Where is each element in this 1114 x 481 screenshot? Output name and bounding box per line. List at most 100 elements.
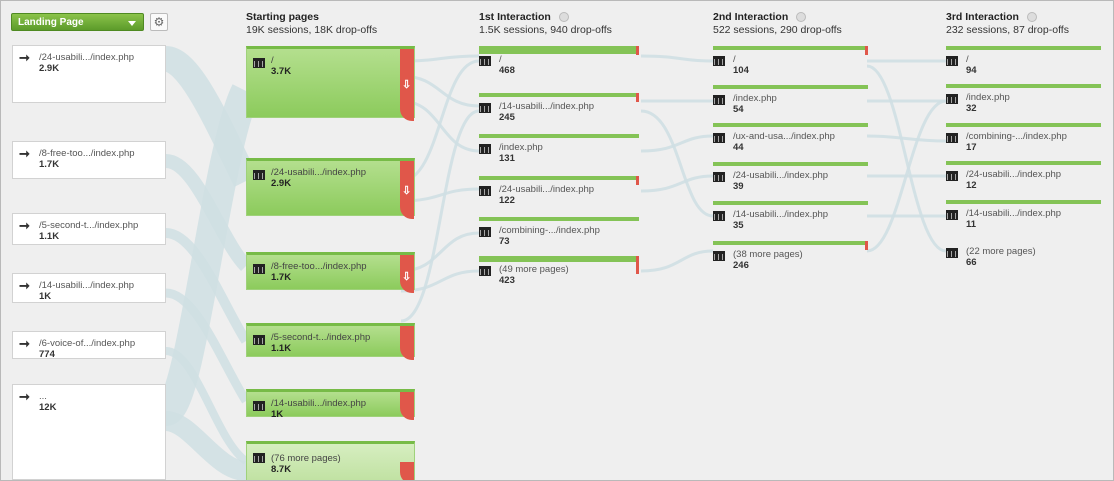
session-count: 32 [966, 103, 977, 114]
page-icon [946, 248, 958, 258]
entry-arrow-icon: ➞ [19, 218, 30, 233]
page-name: /24-usabili.../index.php [39, 52, 135, 63]
interaction-node[interactable]: /24-usabili.../index.php 12 [946, 161, 1101, 191]
landing-page-dimension-select[interactable]: Landing Page [11, 13, 144, 31]
page-icon [253, 335, 265, 345]
down-arrow-icon: ⇩ [402, 78, 412, 91]
session-count: 17 [966, 142, 977, 153]
session-count: 1.7K [39, 159, 60, 170]
page-icon [713, 56, 725, 66]
entry-arrow-icon: ➞ [19, 336, 30, 351]
page-name: /14-usabili.../index.php [966, 208, 1062, 219]
drop-off-bar [636, 256, 639, 274]
interaction-node[interactable]: /index.php 32 [946, 84, 1101, 114]
page-name: ... [39, 391, 47, 402]
column-subtitle: 232 sessions, 87 drop-offs [946, 24, 1069, 36]
page-name: (38 more pages) [733, 249, 803, 260]
volume-bar [946, 238, 1101, 242]
starting-page-node[interactable]: /8-free-too.../index.php 1.7K ⇩ [246, 252, 415, 293]
entry-arrow-icon: ➞ [19, 278, 30, 293]
page-name: /6-voice-of.../index.php [39, 338, 136, 349]
page-name: (76 more pages) [271, 453, 341, 464]
drop-off-bar[interactable]: ⇩ [400, 161, 414, 219]
drop-off-bar [865, 241, 868, 250]
landing-page-node[interactable]: ➞ /5-second-t.../index.php 1.1K [12, 213, 166, 245]
volume-bar [479, 134, 639, 138]
interaction-node[interactable]: /combining-.../index.php 73 [479, 217, 639, 247]
down-arrow-icon: ⇩ [402, 271, 412, 284]
session-count: 104 [733, 65, 749, 76]
close-icon[interactable] [558, 12, 569, 23]
page-icon [253, 264, 265, 274]
entry-arrow-icon: ➞ [19, 50, 30, 65]
starting-page-node[interactable]: /5-second-t.../index.php 1.1K [246, 323, 415, 360]
page-name: /5-second-t.../index.php [271, 332, 371, 343]
interaction-node[interactable]: /index.php 131 [479, 134, 639, 164]
page-icon [713, 133, 725, 143]
column-title: 1st Interaction [479, 11, 551, 23]
page-icon [479, 186, 491, 196]
volume-bar [479, 176, 639, 185]
interaction-node[interactable]: /ux-and-usa.../index.php 44 [713, 123, 868, 153]
interaction-node[interactable]: (38 more pages) 246 [713, 241, 868, 271]
page-name: /combining-.../index.php [499, 225, 600, 236]
page-icon [946, 210, 958, 220]
drop-off-bar[interactable] [400, 326, 414, 360]
interaction-node[interactable]: /14-usabili.../index.php 11 [946, 200, 1101, 230]
interaction-node[interactable]: /index.php 54 [713, 85, 868, 115]
session-count: 12K [39, 402, 57, 413]
landing-page-node[interactable]: ➞ /6-voice-of.../index.php 774 [12, 331, 166, 360]
close-icon[interactable] [796, 12, 807, 23]
starting-page-node[interactable]: /14-usabili.../index.php 1K [246, 389, 415, 420]
drop-off-bar[interactable]: ⇩ [400, 49, 414, 121]
starting-page-node[interactable]: (76 more pages) 8.7K [246, 441, 415, 480]
volume-bar [479, 217, 639, 221]
drop-off-bar [865, 46, 868, 55]
drop-off-bar[interactable] [400, 462, 414, 480]
column-header-starting-pages: Starting pages 19K sessions, 18K drop-of… [246, 11, 377, 37]
drop-off-bar[interactable]: ⇩ [400, 255, 414, 293]
interaction-node[interactable]: /24-usabili.../index.php 122 [479, 176, 639, 206]
volume-bar [946, 200, 1101, 204]
landing-page-node[interactable]: ➞ /8-free-too.../index.php 1.7K [12, 141, 166, 179]
interaction-node[interactable]: / 104 [713, 46, 868, 76]
interaction-node[interactable]: /14-usabili.../index.php 35 [713, 201, 868, 231]
interaction-node[interactable]: / 94 [946, 46, 1101, 76]
starting-page-node[interactable]: /24-usabili.../index.php 2.9K ⇩ [246, 158, 415, 219]
starting-page-node[interactable]: / 3.7K ⇩ [246, 46, 415, 121]
column-header-3rd-interaction: 3rd Interaction 232 sessions, 87 drop-of… [946, 11, 1069, 37]
session-count: 1.7K [271, 272, 292, 283]
landing-page-node[interactable]: ➞ ... 12K [12, 384, 166, 480]
interaction-node[interactable]: / 468 [479, 46, 639, 76]
drop-off-bar[interactable] [400, 392, 414, 420]
page-icon [946, 133, 958, 143]
session-count: 122 [499, 195, 515, 206]
session-count: 774 [39, 349, 55, 360]
close-icon[interactable] [1026, 12, 1037, 23]
volume-bar [479, 93, 639, 102]
page-name: /ux-and-usa.../index.php [733, 131, 835, 142]
interaction-node[interactable]: (22 more pages) 66 [946, 238, 1101, 268]
interaction-node[interactable]: /combining-.../index.php 17 [946, 123, 1101, 153]
landing-page-node[interactable]: ➞ /14-usabili.../index.php 1K [12, 273, 166, 303]
page-icon [946, 94, 958, 104]
page-name: / [271, 55, 274, 66]
volume-bar [946, 84, 1101, 88]
interaction-node[interactable]: (49 more pages) 423 [479, 256, 639, 286]
landing-page-node[interactable]: ➞ /24-usabili.../index.php 2.9K [12, 45, 166, 103]
page-name: / [733, 54, 736, 65]
page-name: / [966, 54, 969, 65]
column-title: 2nd Interaction [713, 11, 789, 23]
drop-off-bar [636, 93, 639, 102]
gear-icon[interactable]: ⚙ [150, 13, 168, 31]
page-name: (22 more pages) [966, 246, 1036, 257]
column-header-2nd-interaction: 2nd Interaction 522 sessions, 290 drop-o… [713, 11, 842, 37]
interaction-node[interactable]: /14-usabili.../index.php 245 [479, 93, 639, 123]
interaction-node[interactable]: /24-usabili.../index.php 39 [713, 162, 868, 192]
session-count: 12 [966, 180, 977, 191]
session-count: 54 [733, 104, 744, 115]
page-name: /24-usabili.../index.php [733, 170, 829, 181]
session-count: 66 [966, 257, 977, 268]
session-count: 423 [499, 275, 515, 286]
session-count: 468 [499, 65, 515, 76]
